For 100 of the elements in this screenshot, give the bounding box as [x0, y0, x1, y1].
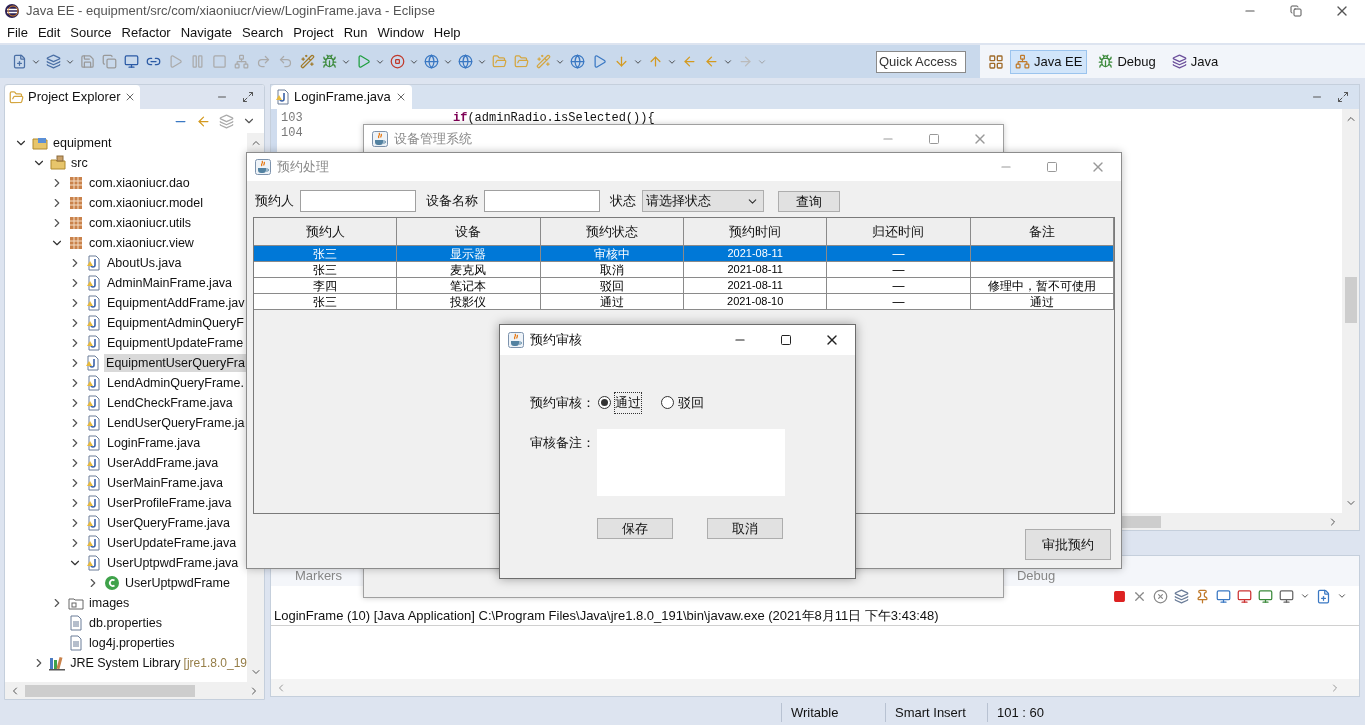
filter-field[interactable]: [300, 190, 416, 212]
forward-icon: [737, 54, 753, 69]
tree-item[interactable]: com.xiaoniucr.view: [87, 233, 196, 253]
menu-item[interactable]: Help: [428, 22, 466, 43]
column-header[interactable]: 备注: [970, 218, 1114, 246]
menu-item[interactable]: Run: [338, 22, 373, 43]
menu-item[interactable]: Window: [372, 22, 429, 43]
tree-item[interactable]: com.xiaoniucr.dao: [87, 173, 192, 193]
tree-item[interactable]: com.xiaoniucr.utils: [87, 213, 194, 233]
package-icon: [69, 176, 83, 190]
app-logo-icon: [4, 3, 20, 19]
menu-item[interactable]: Project: [288, 22, 339, 43]
table-cell: 审核中: [593, 246, 630, 261]
column-header[interactable]: 预约人: [254, 218, 398, 246]
tree-item[interactable]: images: [87, 593, 132, 613]
java-file-icon: [87, 395, 101, 411]
perspective-button[interactable]: Java EE: [1010, 49, 1088, 74]
table-row[interactable]: 张三 显示器 审核中 2021-08-11 —: [254, 246, 1114, 262]
tree-item[interactable]: UserQueryFrame.java: [105, 513, 232, 533]
tree-item[interactable]: LoginFrame.java: [105, 433, 203, 453]
tree-item[interactable]: LendUserQueryFrame.ja: [105, 413, 247, 433]
scrollbar-thumb[interactable]: [1344, 277, 1357, 323]
network-icon: [233, 54, 249, 69]
dialog-title: 预约审核: [530, 331, 582, 350]
terminate-icon[interactable]: [1113, 589, 1126, 603]
layers-icon[interactable]: [219, 113, 234, 129]
bug-icon: [1098, 54, 1114, 69]
menu-item[interactable]: Refactor: [116, 22, 176, 43]
tree-item[interactable]: src: [69, 153, 90, 173]
tree-item[interactable]: EquipmentUserQueryFra: [104, 353, 247, 373]
menu-item[interactable]: Source: [65, 22, 117, 43]
table-cell: 2021-08-11: [727, 278, 783, 293]
tree-item[interactable]: EquipmentUpdateFrame: [105, 333, 246, 353]
window-title: 预约处理: [277, 158, 329, 177]
tree-item[interactable]: JRE System Library: [68, 653, 183, 673]
tree-item[interactable]: EquipmentAdminQueryF: [105, 313, 246, 333]
table-row[interactable]: 张三 投影仪 通过 2021-08-10 — 通过: [254, 294, 1114, 310]
table-cell: 2021-08-11: [727, 246, 783, 261]
tree-item[interactable]: UserUptpwdFrame.java: [105, 553, 241, 573]
line-number: 103: [280, 111, 304, 126]
table-cell: —: [892, 294, 905, 309]
tree-item[interactable]: LendAdminQueryFrame.: [105, 373, 246, 393]
pin-icon[interactable]: [1195, 588, 1210, 604]
tree-item[interactable]: AdminMainFrame.java: [105, 273, 235, 293]
tree-item[interactable]: UserProfileFrame.java: [105, 493, 234, 513]
tree-item[interactable]: log4j.properties: [87, 633, 177, 653]
dialog-button[interactable]: 取消: [707, 517, 783, 539]
tree-item[interactable]: UserAddFrame.java: [105, 453, 221, 473]
tree-item[interactable]: UserMainFrame.java: [105, 473, 225, 493]
menu-item[interactable]: Navigate: [175, 22, 237, 43]
package-icon: [69, 216, 83, 230]
dialog-button[interactable]: 保存: [597, 517, 673, 539]
caret-icon[interactable]: [1337, 591, 1347, 601]
table-cell: 投影仪: [450, 294, 487, 309]
table-cell: —: [892, 262, 905, 277]
tree-item[interactable]: UserUpdateFrame.java: [105, 533, 239, 553]
perspective-button[interactable]: Debug: [1093, 49, 1161, 74]
column-header[interactable]: 预约状态: [540, 218, 684, 246]
tree-item[interactable]: com.xiaoniucr.model: [87, 193, 205, 213]
document-icon: [69, 615, 83, 631]
maximize-icon[interactable]: [242, 91, 254, 103]
bug-icon: [321, 54, 337, 69]
class-icon: [104, 575, 120, 591]
tree-item[interactable]: db.properties: [87, 613, 164, 633]
menu-item[interactable]: File: [2, 22, 33, 43]
status-item: Writable: [781, 702, 885, 723]
filter-label: 预约人: [255, 192, 294, 211]
caret-icon[interactable]: [1300, 591, 1310, 601]
search-button[interactable]: 查询: [778, 190, 840, 212]
status-dropdown[interactable]: 请选择状态: [642, 190, 764, 212]
maximize-icon[interactable]: [1337, 91, 1349, 103]
panel-tab[interactable]: Project Explorer: [5, 85, 141, 109]
display-icon[interactable]: [1258, 588, 1273, 604]
column-header[interactable]: 归还时间: [827, 218, 971, 246]
perspective-button[interactable]: Java: [1166, 49, 1224, 74]
tree-item[interactable]: EquipmentAddFrame.jav: [105, 293, 247, 313]
menu-item[interactable]: Edit: [32, 22, 66, 43]
books-icon: [49, 655, 66, 671]
java-file-icon: [87, 515, 101, 531]
column-header[interactable]: 设备: [397, 218, 541, 246]
scrollbar-thumb[interactable]: [25, 684, 195, 697]
table-cell: —: [892, 246, 905, 261]
menu-item[interactable]: Search: [237, 22, 289, 43]
console-icon[interactable]: [1279, 588, 1294, 604]
table-row[interactable]: 张三 麦克风 取消 2021-08-11 —: [254, 262, 1114, 278]
cup-icon: [508, 332, 524, 348]
table-row[interactable]: 李四 笔记本 驳回 2021-08-11 — 修理中，暂不可使用: [254, 278, 1114, 294]
filter-field[interactable]: [484, 190, 600, 212]
tree-item[interactable]: UserUptpwdFrame: [123, 573, 232, 593]
java-file-icon: [87, 495, 101, 511]
editor-tab[interactable]: LoginFrame.java: [271, 85, 412, 109]
radio-option[interactable]: 通过: [598, 393, 641, 413]
status-item: 101 : 60: [987, 702, 1067, 723]
column-header[interactable]: 预约时间: [684, 218, 828, 246]
tree-item[interactable]: LendCheckFrame.java: [105, 393, 235, 413]
approve-button[interactable]: 审批预约: [1025, 529, 1111, 560]
tree-item[interactable]: AboutUs.java: [105, 253, 184, 273]
tree-item[interactable]: equipment: [51, 133, 114, 153]
quick-access-field[interactable]: Quick Access: [876, 50, 966, 73]
radio-option[interactable]: 驳回: [661, 393, 704, 413]
